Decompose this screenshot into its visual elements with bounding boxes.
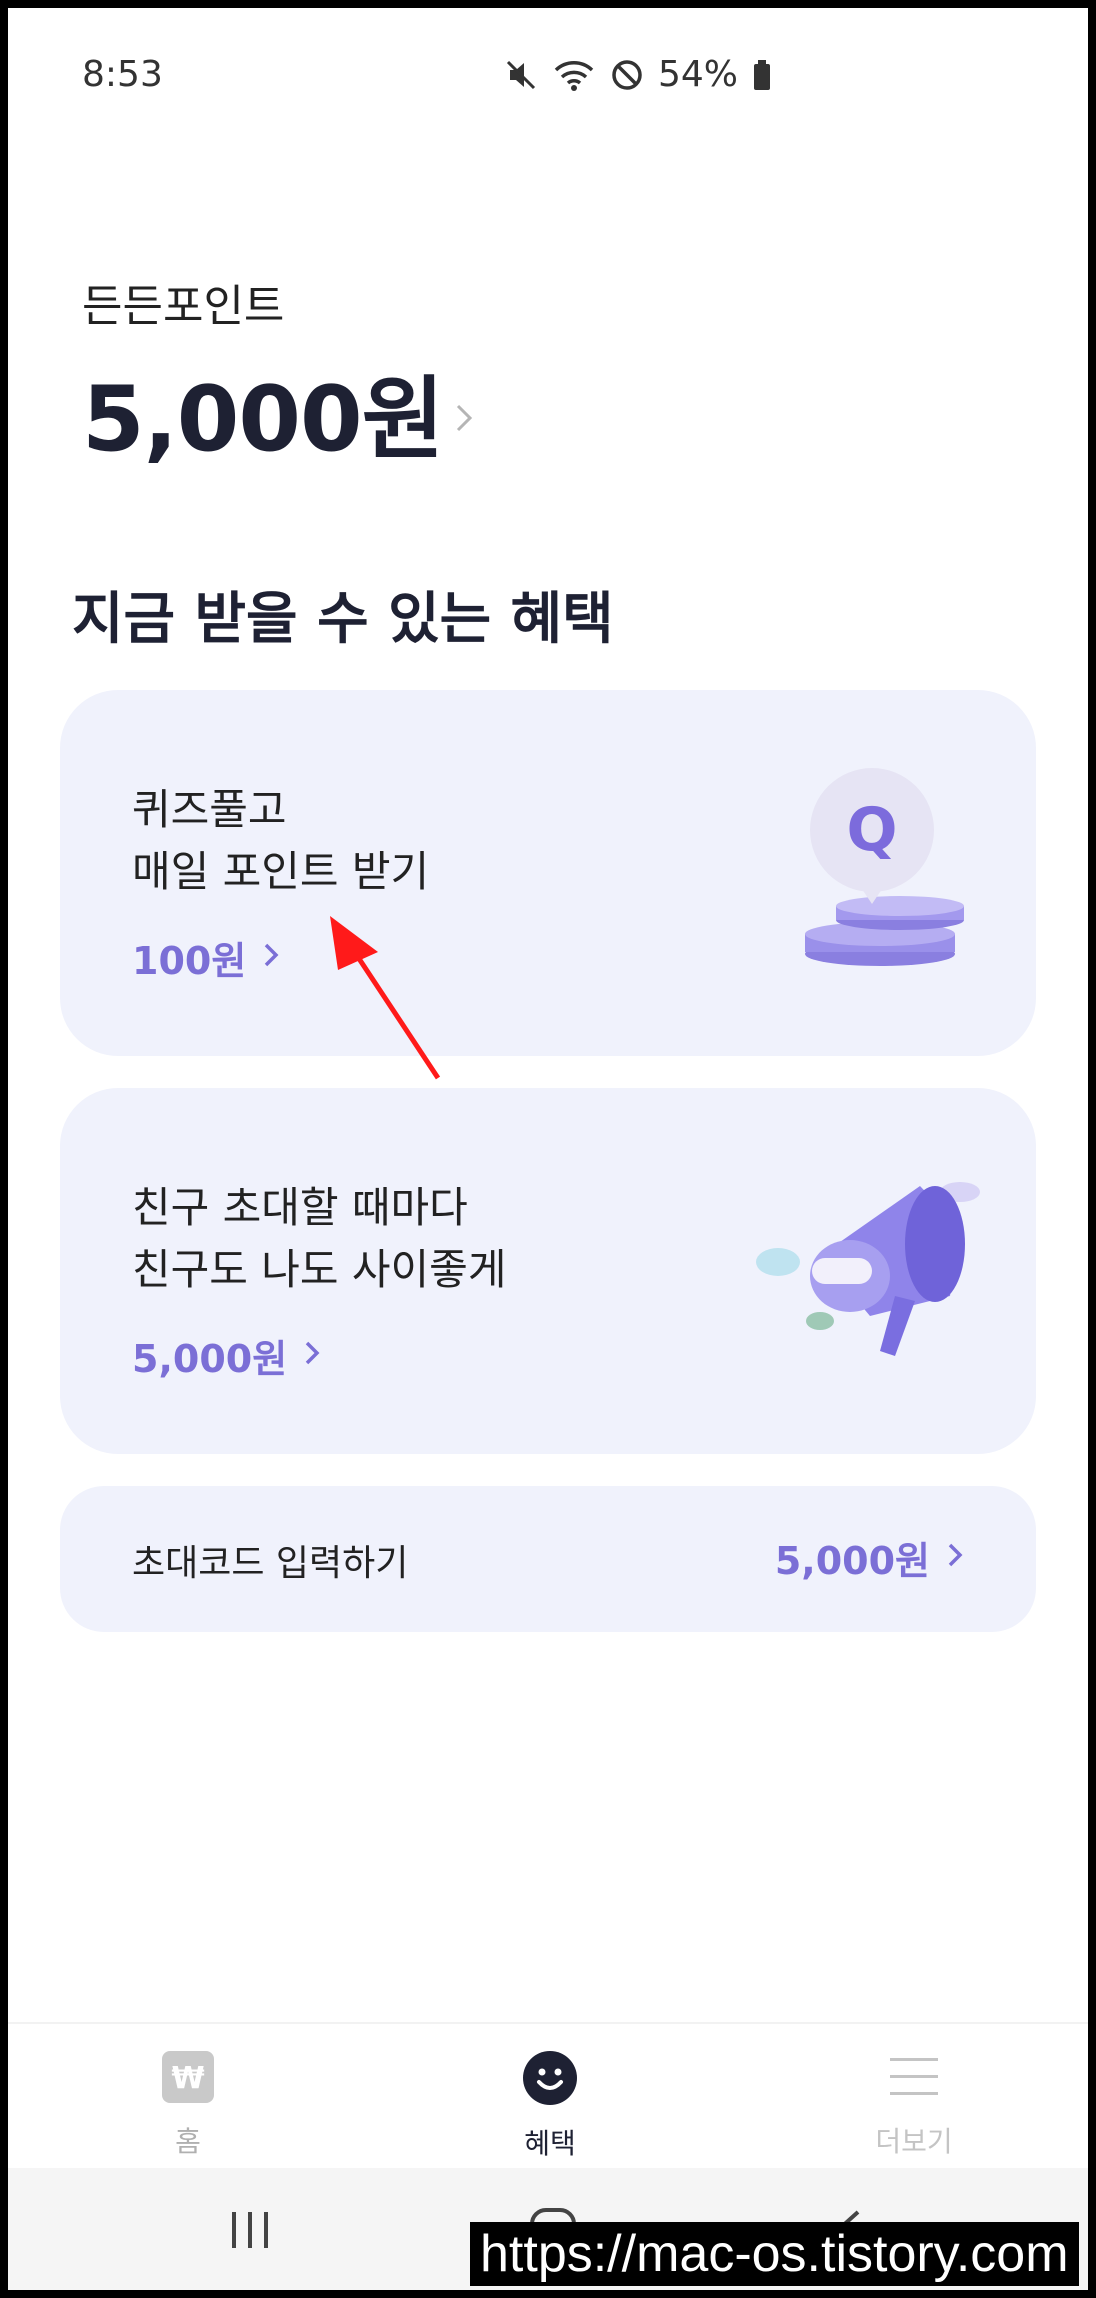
smile-icon	[522, 2050, 578, 2110]
svg-text:₩: ₩	[171, 2061, 204, 2096]
do-not-disturb-icon	[610, 58, 644, 92]
battery-icon	[752, 58, 772, 92]
nav-home-label: 홈	[175, 2125, 201, 2158]
nav-more[interactable]: 더보기	[834, 2050, 994, 2160]
quiz-coin-illustration: Q	[790, 764, 970, 974]
svg-text:Q: Q	[846, 795, 897, 865]
quiz-card-title-line2: 매일 포인트 받기	[132, 847, 430, 896]
invite-code-reward-value: 5,000원	[774, 1539, 930, 1583]
app-screen: 8:53 54% 든든포인트 5,000원 지금 받을 수 있는 혜택 퀴즈풀고…	[8, 8, 1088, 2290]
invite-code-label: 초대코드 입력하기	[132, 1543, 409, 1584]
nav-benefit-label: 혜택	[524, 2127, 576, 2160]
nav-more-label: 더보기	[875, 2125, 953, 2158]
mute-icon	[504, 58, 538, 92]
recent-apps-icon[interactable]	[228, 2208, 272, 2256]
invite-card-title-line1: 친구 초대할 때마다	[132, 1183, 468, 1232]
status-icons: 54%	[504, 54, 772, 95]
status-bar: 8:53 54%	[8, 54, 1088, 104]
megaphone-illustration	[750, 1166, 990, 1366]
invite-card-reward: 5,000원	[132, 1328, 321, 1383]
chevron-right-icon	[303, 1334, 321, 1378]
invite-code-reward: 5,000원	[775, 1530, 964, 1585]
points-label: 든든포인트	[82, 281, 285, 332]
chevron-right-icon	[946, 1536, 964, 1580]
points-summary[interactable]: 5,000원	[82, 346, 475, 476]
invite-card[interactable]: 친구 초대할 때마다 친구도 나도 사이좋게 5,000원	[60, 1088, 1036, 1454]
watermark: https://mac-os.tistory.com	[470, 2222, 1079, 2286]
bottom-nav: ₩ 홈 혜택 더보기	[8, 2022, 1088, 2168]
menu-icon	[888, 2050, 940, 2108]
quiz-card-reward: 100원	[132, 930, 280, 985]
wifi-icon	[552, 58, 596, 92]
chevron-right-icon	[453, 398, 475, 442]
red-arrow-annotation	[308, 908, 458, 1092]
points-value: 5,000원	[82, 367, 444, 472]
quiz-reward-value: 100원	[132, 939, 247, 983]
invite-reward-value: 5,000원	[132, 1337, 288, 1381]
quiz-card-title-line1: 퀴즈풀고	[132, 785, 287, 834]
chevron-right-icon	[262, 936, 280, 980]
section-title: 지금 받을 수 있는 혜택	[72, 587, 614, 652]
quiz-card[interactable]: 퀴즈풀고 매일 포인트 받기 100원 Q	[60, 690, 1036, 1056]
invite-card-title-line2: 친구도 나도 사이좋게	[132, 1245, 507, 1294]
won-icon: ₩	[161, 2050, 215, 2108]
invite-code-card[interactable]: 초대코드 입력하기 5,000원	[60, 1486, 1036, 1632]
nav-benefit[interactable]: 혜택	[470, 2050, 630, 2162]
battery-percent: 54%	[658, 54, 739, 95]
nav-home[interactable]: ₩ 홈	[108, 2050, 268, 2160]
status-time: 8:53	[82, 54, 163, 95]
